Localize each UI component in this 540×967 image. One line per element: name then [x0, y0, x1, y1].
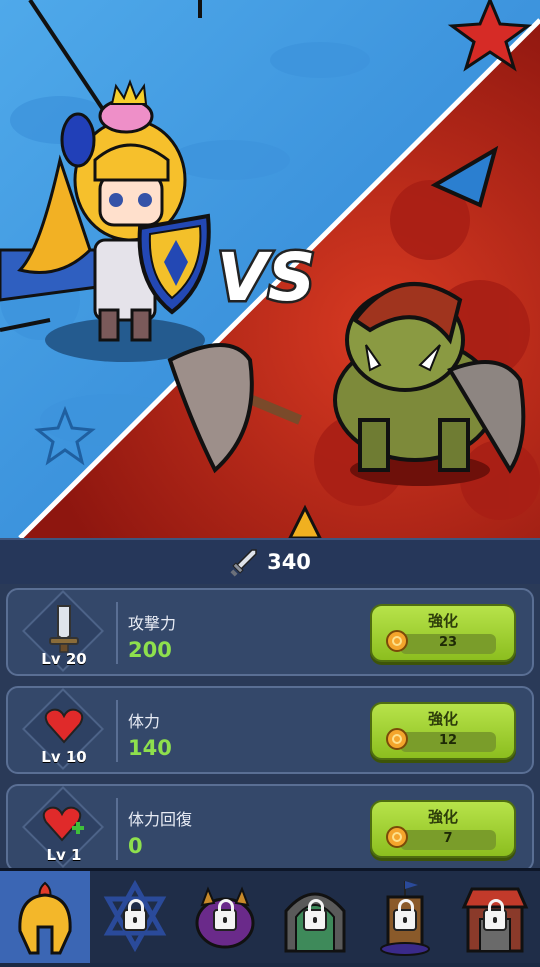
- tab-hero[interactable]: [0, 871, 90, 963]
- stat-icon-frame: Lv 1: [18, 785, 110, 869]
- lock-icon: [123, 899, 147, 931]
- lock-icon: [483, 899, 507, 931]
- coin-icon: [386, 826, 408, 848]
- stat-icon-frame: Lv 10: [18, 687, 110, 771]
- upgrade-health-button[interactable]: 強化 12: [370, 702, 516, 760]
- sword-icon: [49, 605, 79, 653]
- upgrade-cost: 7: [443, 831, 453, 846]
- upgrade-button-label: 強化: [427, 710, 458, 728]
- svg-text:VS: VS: [217, 239, 316, 316]
- heart-icon: [44, 708, 84, 744]
- stat-name: 体力回復: [128, 810, 193, 829]
- tab-shop[interactable]: [450, 871, 540, 963]
- stat-level: Lv 20: [41, 650, 87, 668]
- total-power-bar: 340: [0, 538, 540, 586]
- upgrade-attack-button[interactable]: 強化 23: [370, 604, 516, 662]
- stat-row-health: Lv 10 体力 140 強化 12: [6, 686, 534, 774]
- upgrade-cost: 12: [438, 733, 458, 748]
- stat-name: 攻撃力: [128, 614, 177, 633]
- lock-icon: [393, 899, 417, 931]
- upgrade-regen-button[interactable]: 強化 7: [370, 800, 516, 858]
- tab-pets[interactable]: [180, 871, 270, 963]
- stat-value: 140: [128, 736, 172, 760]
- stat-value: 0: [128, 834, 143, 858]
- stat-row-attack: Lv 20 攻撃力 200 強化 23: [6, 588, 534, 676]
- stats-panel: Lv 20 攻撃力 200 強化 23 Lv 10 体力 140 強化 12 L…: [0, 584, 540, 872]
- vs-emblem: VS: [214, 237, 318, 319]
- stat-level: Lv 10: [41, 748, 87, 766]
- bottom-tab-bar: [0, 868, 540, 963]
- stat-value: 200: [128, 638, 172, 662]
- tab-tower[interactable]: [360, 871, 450, 963]
- upgrade-cost: 23: [438, 635, 458, 650]
- lock-icon: [213, 899, 237, 931]
- total-power-value: 340: [267, 550, 311, 574]
- coin-icon: [386, 630, 408, 652]
- spartan-helmet-icon: [18, 881, 72, 955]
- battle-scene: VS: [0, 0, 540, 538]
- upgrade-button-label: 強化: [427, 612, 458, 630]
- tab-dungeon[interactable]: [270, 871, 360, 963]
- stat-level: Lv 1: [46, 846, 82, 864]
- tab-skills[interactable]: [90, 871, 180, 963]
- stat-name: 体力: [128, 712, 161, 731]
- heart-plus-icon: [42, 806, 84, 842]
- sword-icon: [230, 549, 257, 577]
- stat-row-regen: Lv 1 体力回復 0 強化 7: [6, 784, 534, 872]
- upgrade-button-label: 強化: [427, 808, 458, 826]
- coin-icon: [386, 728, 408, 750]
- stat-icon-frame: Lv 20: [18, 589, 110, 673]
- lock-icon: [303, 899, 327, 931]
